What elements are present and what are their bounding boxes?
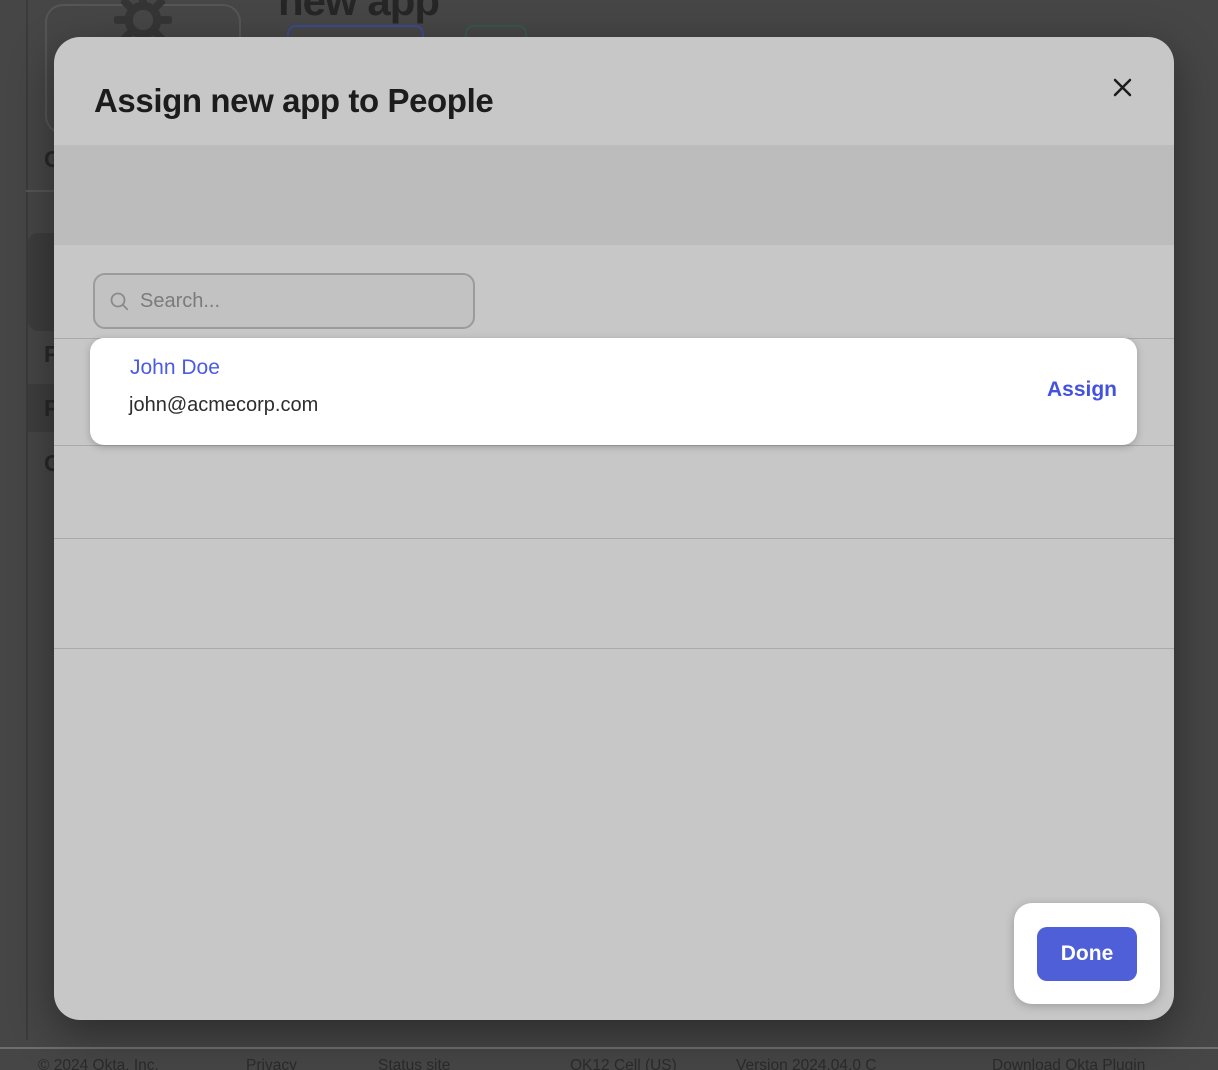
done-button[interactable]: Done (1037, 927, 1137, 981)
search-input[interactable] (140, 290, 459, 313)
page-divider-fragment (26, 190, 56, 192)
close-button[interactable] (1100, 65, 1144, 109)
assign-app-modal: Assign new app to People John Doe john@a… (54, 37, 1174, 1020)
page-title: new app (278, 0, 439, 22)
person-row: John Doe john@acmecorp.com Assign (90, 338, 1137, 445)
footer-version-label: Version 2024.04.0 C (736, 1057, 876, 1070)
footer-download-plugin-link: Download Okta Plugin (992, 1057, 1145, 1070)
assign-button[interactable]: Assign (1047, 378, 1117, 402)
close-icon (1111, 76, 1134, 99)
done-spotlight: Done (1014, 903, 1160, 1004)
list-divider (54, 445, 1174, 446)
search-section (54, 145, 1174, 245)
footer-privacy-link: Privacy (246, 1057, 297, 1070)
person-email: john@acmecorp.com (129, 394, 318, 417)
footer-divider (0, 1047, 1218, 1049)
list-divider (54, 648, 1174, 649)
page-side-border (26, 0, 28, 1040)
person-name-link[interactable]: John Doe (130, 356, 220, 380)
modal-title: Assign new app to People (94, 82, 493, 120)
list-divider (54, 538, 1174, 539)
magnifier-icon (109, 291, 130, 312)
footer-cell-label: OK12 Cell (US) (570, 1057, 677, 1070)
search-box (93, 273, 475, 329)
footer-copyright: © 2024 Okta, Inc. (38, 1057, 159, 1070)
footer-status-site-link: Status site (378, 1057, 450, 1070)
